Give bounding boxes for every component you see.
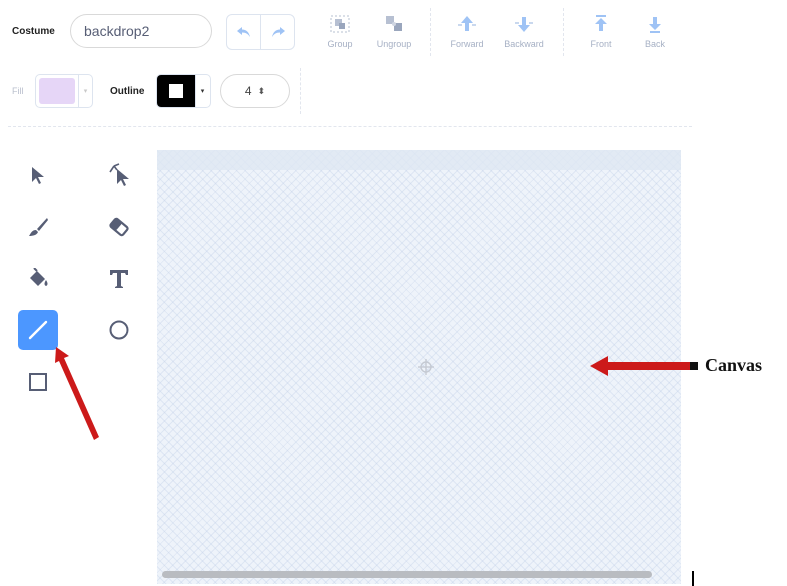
line-tool-arrow xyxy=(55,347,99,440)
canvas-annotation-label: Canvas xyxy=(705,355,763,375)
canvas-arrow xyxy=(590,356,698,376)
annotation-arrows xyxy=(55,347,698,586)
